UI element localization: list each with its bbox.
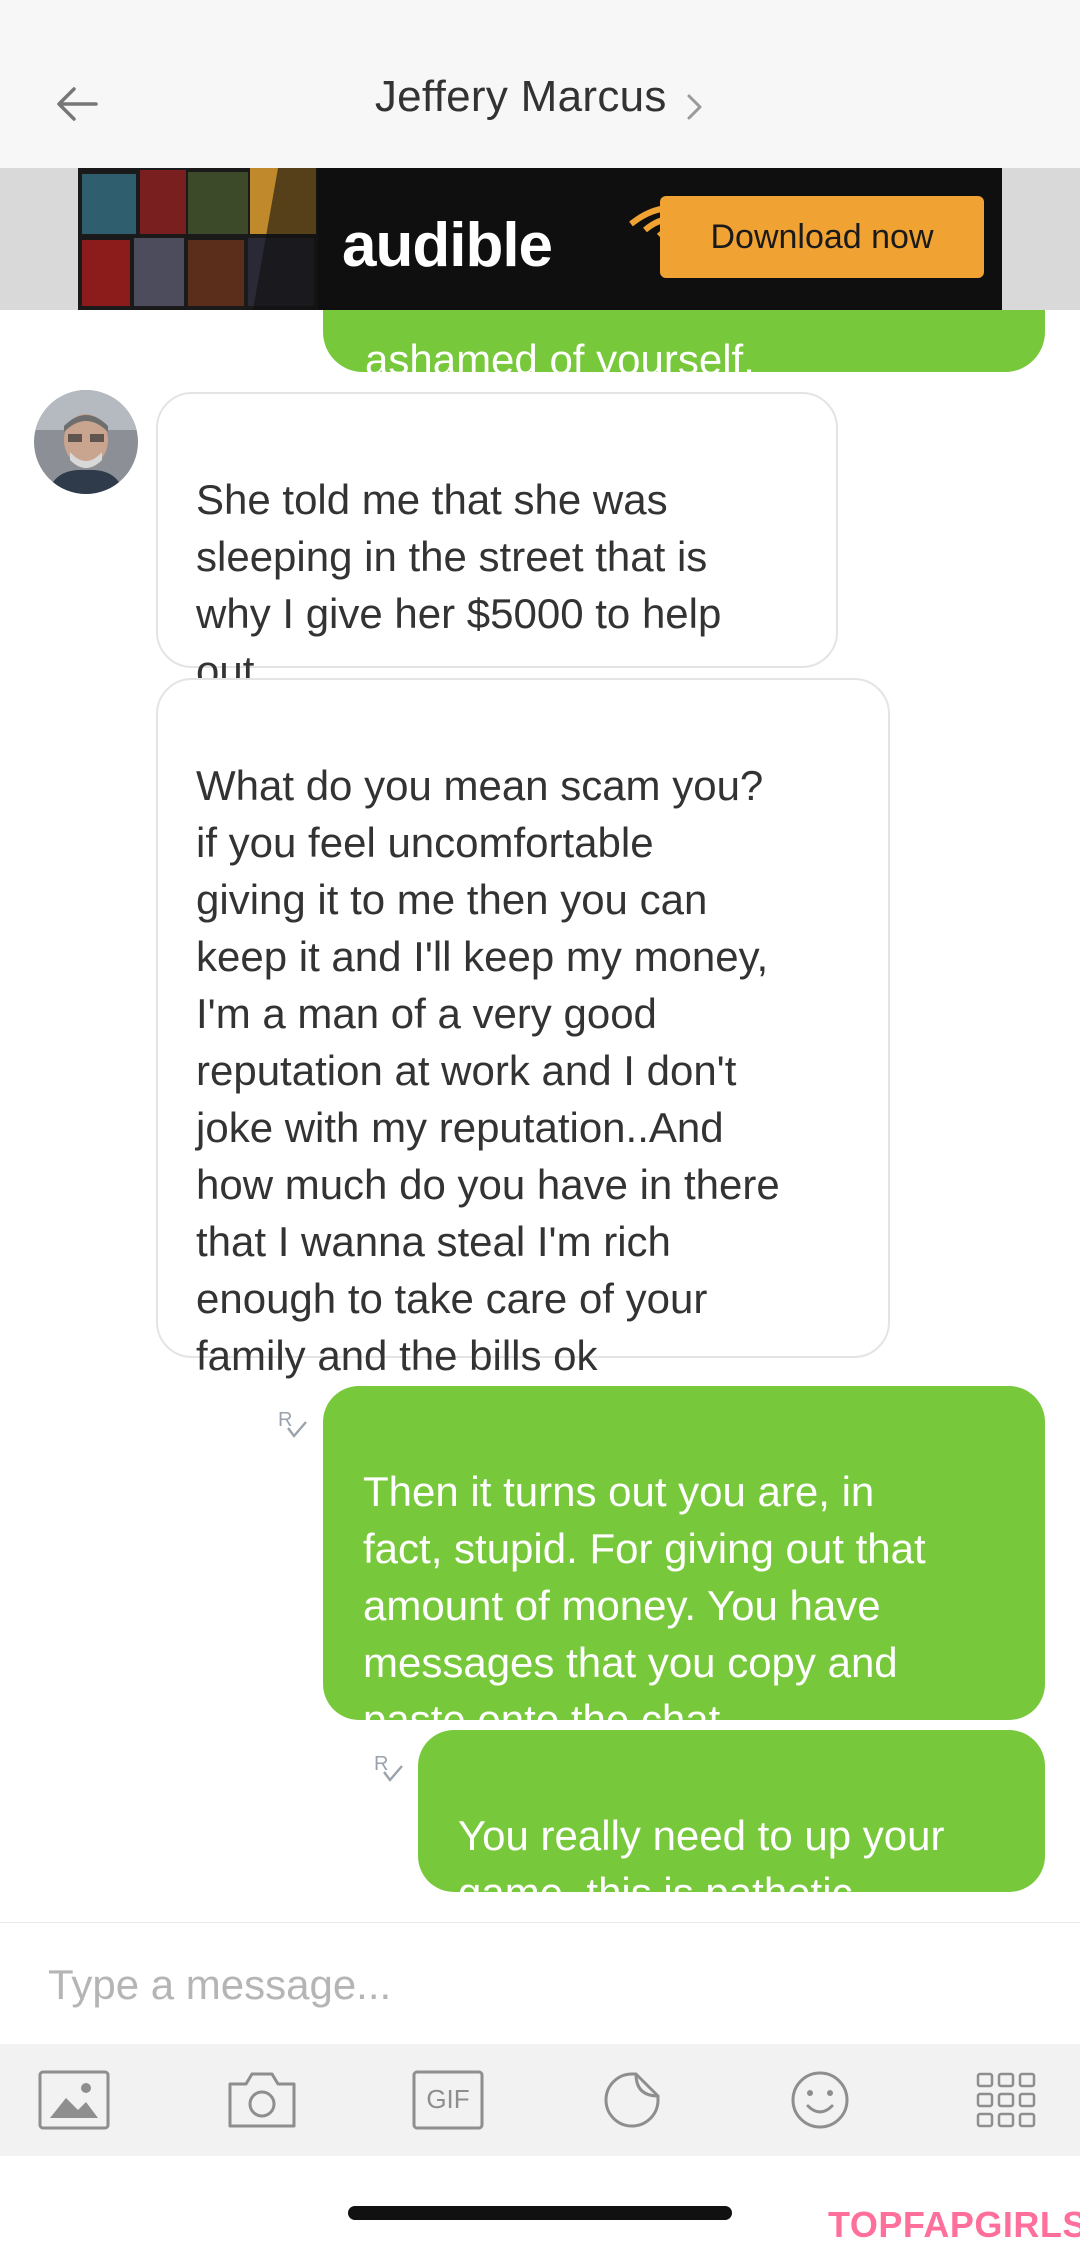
audiobook-covers-image	[78, 168, 318, 310]
contact-avatar[interactable]	[34, 390, 138, 494]
home-indicator[interactable]	[348, 2206, 732, 2220]
emoji-icon[interactable]	[784, 2070, 856, 2130]
incoming-message-bubble[interactable]: What do you mean scam you? if you feel u…	[156, 678, 890, 1379]
more-grid-icon[interactable]	[970, 2070, 1042, 2130]
read-receipt-icon: R	[278, 1409, 307, 1438]
message-text: She told me that she was sleeping in the…	[196, 476, 722, 694]
attachment-toolbar: GIF	[0, 2044, 1080, 2156]
avatar-photo-image	[34, 390, 138, 494]
incoming-message-bubble[interactable]: She told me that she was sleeping in the…	[156, 392, 838, 694]
audible-ad-banner[interactable]: audible Download now	[78, 168, 1002, 310]
message-text: What do you mean scam you? if you feel u…	[196, 762, 780, 1379]
message-list[interactable]: ashamed of yourself. She told me that sh…	[0, 310, 1080, 1922]
sticker-icon[interactable]	[596, 2070, 668, 2130]
message-text: You really need to up your game, this is…	[458, 1812, 945, 1916]
contact-name[interactable]: Jeffery Marcus	[375, 72, 667, 121]
message-text: ashamed of yourself.	[365, 336, 755, 372]
image-icon[interactable]	[38, 2070, 110, 2130]
watermark: TOPFAPGIRLS	[828, 2204, 1080, 2245]
gif-label: GIF	[426, 2084, 470, 2114]
outgoing-message-bubble[interactable]: You really need to up your game, this is…	[418, 1730, 1045, 1916]
chevron-right-icon[interactable]	[685, 90, 705, 124]
outgoing-message-bubble[interactable]: ashamed of yourself.	[323, 310, 1045, 372]
message-text: Then it turns out you are, in fact, stup…	[363, 1468, 926, 1743]
chat-header: Jeffery Marcus	[0, 0, 1080, 169]
download-now-button[interactable]: Download now	[660, 196, 984, 278]
svg-text:R: R	[278, 1409, 292, 1431]
gif-icon[interactable]: GIF	[412, 2070, 484, 2130]
message-input-bar[interactable]: Type a message...	[0, 1922, 1080, 2045]
read-receipt-icon: R	[374, 1753, 403, 1782]
outgoing-message-bubble[interactable]: Then it turns out you are, in fact, stup…	[323, 1386, 1045, 1743]
audible-logo-text: audible	[342, 211, 553, 280]
message-input[interactable]: Type a message...	[48, 1961, 391, 2009]
camera-icon[interactable]	[226, 2070, 298, 2130]
svg-text:R: R	[374, 1753, 388, 1775]
contact-title-group[interactable]: Jeffery Marcus	[0, 72, 1080, 124]
